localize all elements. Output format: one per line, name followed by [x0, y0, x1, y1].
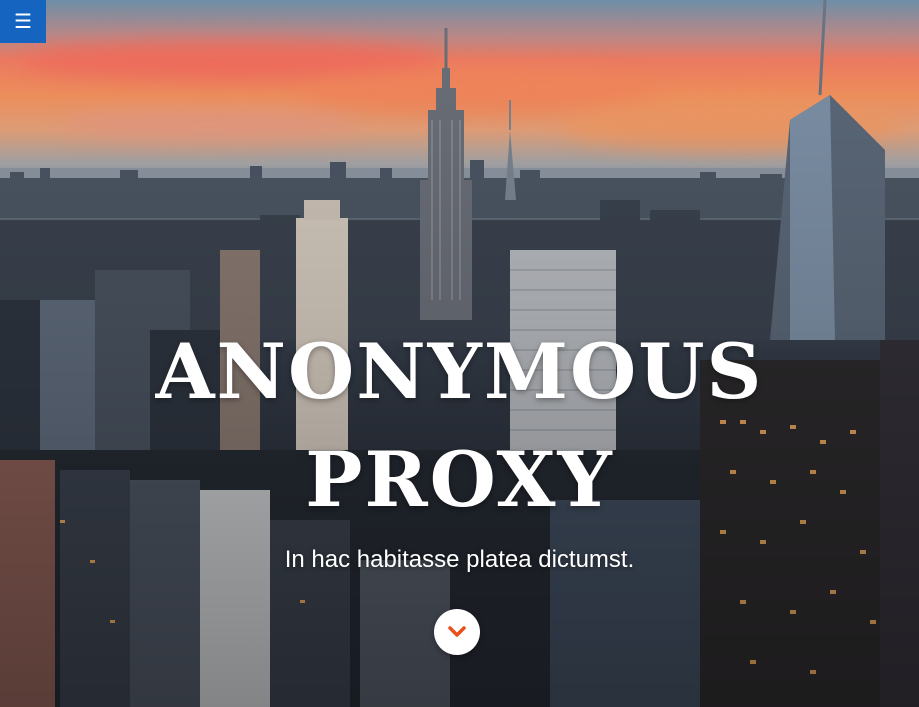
chevron-down-icon: [448, 626, 466, 637]
page-title: ANONYMOUS PROXY: [0, 318, 919, 534]
hero-section: ☰ ANONYMOUS PROXY In hac habitasse plate…: [0, 0, 919, 707]
menu-button[interactable]: ☰: [0, 0, 46, 43]
page-title-line-1: ANONYMOUS: [155, 327, 764, 416]
hamburger-menu-icon: ☰: [14, 11, 32, 33]
hero-subtitle: In hac habitasse platea dictumst.: [284, 546, 635, 573]
scroll-down-button[interactable]: [434, 609, 480, 655]
page-title-line-2: PROXY: [305, 435, 614, 524]
